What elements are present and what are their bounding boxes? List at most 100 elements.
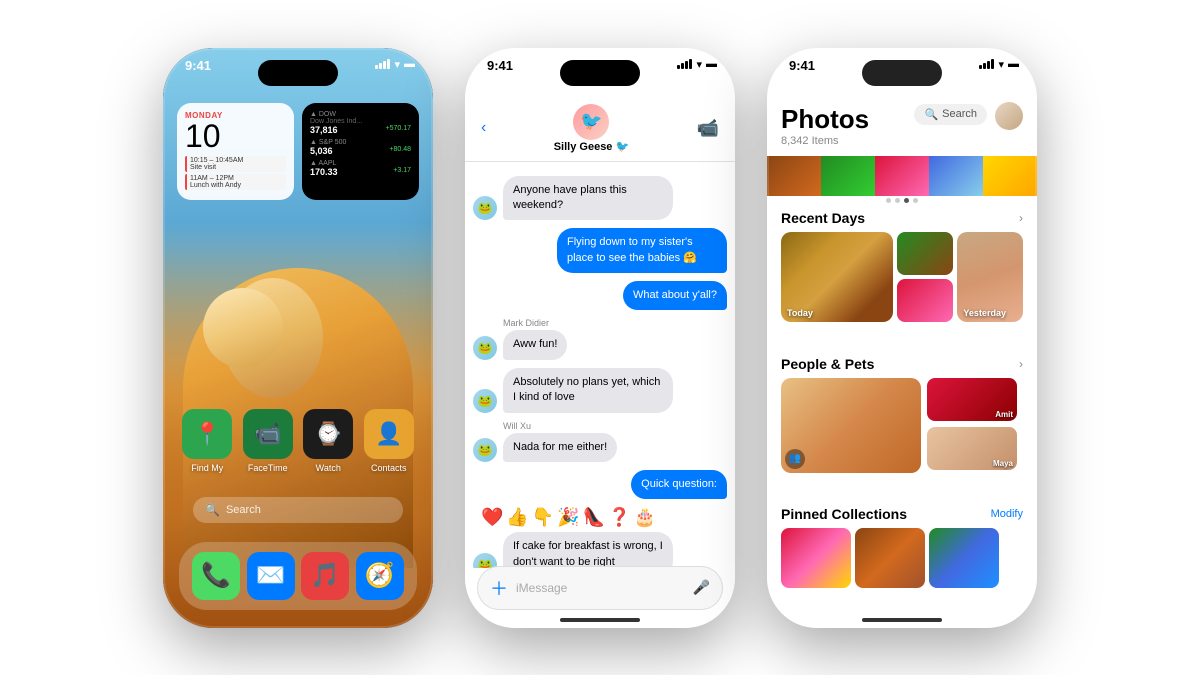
message-3: What about y'all? — [473, 281, 727, 310]
messages-header: ‹ 🐦 Silly Geese 🐦 📹 — [465, 96, 735, 162]
message-bubble-8: If cake for breakfast is wrong, I don't … — [503, 532, 673, 567]
today-photo[interactable]: Today — [781, 232, 893, 322]
messages-body: 🐸 Anyone have plans this weekend? Flying… — [465, 168, 735, 568]
status-icons-3: ▾ ▬ — [979, 58, 1019, 71]
recent-days-chevron[interactable]: › — [1019, 211, 1023, 225]
sender-avatar-1: 🐸 — [473, 196, 497, 220]
emoji-picker[interactable]: ❤️👍👇🎉👠❓🎂 — [481, 507, 719, 528]
stocks-widget[interactable]: ▲ DOW Dow Jones Ind... 37,816 +570.17 ▲ … — [302, 103, 419, 200]
message-bubble-5: Absolutely no plans yet, which I kind of… — [503, 368, 673, 413]
strip-photo-1 — [767, 156, 821, 196]
app-icon-contacts[interactable]: 👤 Contacts — [364, 409, 414, 473]
calendar-day-number: 10 — [185, 120, 286, 152]
sender-avatar-2: 🐸 — [473, 336, 497, 360]
search-icon: 🔍 — [205, 503, 220, 517]
person-amit-label: Amit — [995, 410, 1013, 419]
app-icon-watch[interactable]: ⌚ Watch — [303, 409, 353, 473]
video-call-button[interactable]: 📹 — [697, 118, 719, 139]
stock-row-aapl: ▲ AAPL 170.33 +3.17 — [310, 160, 411, 177]
pinned-title: Pinned Collections — [781, 506, 991, 522]
message-bubble-1: Anyone have plans this weekend? — [503, 176, 673, 221]
dot-3 — [904, 198, 909, 203]
message-bubble-6: Nada for me either! — [503, 433, 617, 462]
add-attachment-button[interactable]: ＋ — [490, 575, 508, 601]
dock-mail[interactable]: ✉️ — [247, 552, 295, 600]
calendar-events: 10:15 – 10:45AM Site visit 11AM – 12PM L… — [185, 156, 286, 190]
dot-1 — [886, 198, 891, 203]
today-side-photo-2[interactable] — [897, 279, 953, 322]
status-icons-2: ▾ ▬ — [677, 58, 717, 71]
sender-name-will: Will Xu — [503, 421, 727, 431]
dock-safari[interactable]: 🧭 — [356, 552, 404, 600]
recent-days-title: Recent Days — [781, 210, 865, 226]
dock-phone[interactable]: 📞 — [192, 552, 240, 600]
pinned-header: Pinned Collections Modify — [767, 506, 1037, 528]
microphone-button[interactable]: 🎤 — [693, 579, 710, 596]
yesterday-photo[interactable]: Yesterday — [957, 232, 1023, 322]
message-8: 🐸 If cake for breakfast is wrong, I don'… — [473, 532, 727, 567]
person-amit[interactable]: Amit — [927, 378, 1017, 421]
back-button[interactable]: ‹ — [481, 119, 486, 137]
battery-icon-2: ▬ — [706, 58, 717, 70]
sender-avatar-4: 🐸 — [473, 438, 497, 462]
search-label: Search — [226, 504, 261, 516]
photos-strip — [767, 156, 1037, 196]
photos-item-count: 8,342 Items — [781, 135, 1023, 147]
people-pets-grid: 👥 Amit Maya — [767, 378, 1037, 473]
stock-row-sp500: ▲ S&P 500 5,036 +80.48 — [310, 139, 411, 156]
dock-music[interactable]: 🎵 — [301, 552, 349, 600]
message-input[interactable]: iMessage — [516, 581, 685, 595]
photos-search-button[interactable]: 🔍 Search — [914, 104, 987, 125]
wifi-icon-3: ▾ — [998, 58, 1004, 71]
app-icon-facetime[interactable]: 📹 FaceTime — [243, 409, 293, 473]
dot-2 — [895, 198, 900, 203]
recent-days-section: Recent Days › Today Yesterday — [767, 210, 1037, 322]
pinned-item-2[interactable] — [855, 528, 925, 588]
pinned-collections-section: Pinned Collections Modify — [767, 506, 1037, 588]
people-main-photo[interactable]: 👥 — [781, 378, 921, 473]
pinned-item-3[interactable] — [929, 528, 999, 588]
today-side-photos — [897, 232, 953, 322]
signal-icon — [375, 59, 390, 69]
person-maya[interactable]: Maya — [927, 427, 1017, 470]
contact-name: Silly Geese 🐦 — [554, 140, 629, 153]
people-pets-section: People & Pets › 👥 Amit Maya — [767, 356, 1037, 473]
message-6: 🐸 Nada for me either! — [473, 433, 727, 462]
message-input-bar[interactable]: ＋ iMessage 🎤 — [477, 566, 723, 610]
user-avatar[interactable] — [995, 102, 1023, 130]
message-bubble-7: Quick question: — [631, 470, 727, 499]
photos-title: Photos — [781, 104, 1023, 135]
search-bar[interactable]: 🔍 Search — [193, 497, 403, 523]
people-pets-chevron[interactable]: › — [1019, 357, 1023, 371]
home-indicator-2 — [560, 618, 640, 622]
pinned-grid — [767, 528, 1037, 588]
search-icon-3: 🔍 — [924, 108, 938, 121]
dynamic-island-3 — [862, 60, 942, 86]
dynamic-island-2 — [560, 60, 640, 86]
status-time-3: 9:41 — [789, 58, 815, 73]
app-icon-findmy[interactable]: 📍 Find My — [182, 409, 232, 473]
group-icon: 👥 — [785, 449, 805, 469]
message-2: Flying down to my sister's place to see … — [473, 228, 727, 273]
pinned-item-1[interactable] — [781, 528, 851, 588]
pinned-modify-button[interactable]: Modify — [991, 508, 1023, 520]
calendar-widget[interactable]: MONDAY 10 10:15 – 10:45AM Site visit 11A… — [177, 103, 294, 200]
message-bubble-2: Flying down to my sister's place to see … — [557, 228, 727, 273]
stock-row-dow: ▲ DOW Dow Jones Ind... 37,816 +570.17 — [310, 111, 411, 135]
phone-photos: 9:41 ▾ ▬ Photos 8,342 Items 🔍 Search — [767, 48, 1037, 628]
message-bubble-3: What about y'all? — [623, 281, 727, 310]
page-dots — [886, 198, 918, 203]
today-side-photo-1[interactable] — [897, 232, 953, 275]
sender-avatar-3: 🐸 — [473, 389, 497, 413]
person-maya-label: Maya — [993, 459, 1013, 468]
dock: 📞 ✉️ 🎵 🧭 — [179, 542, 417, 610]
message-5: 🐸 Absolutely no plans yet, which I kind … — [473, 368, 727, 413]
sender-name-mark: Mark Didier — [503, 318, 727, 328]
battery-icon: ▬ — [404, 58, 415, 70]
message-bubble-4: Aww fun! — [503, 330, 567, 359]
phone-home-screen: 9:41 ▾ ▬ MONDAY 10 10:15 – 10:45AM Site … — [163, 48, 433, 628]
people-pets-title: People & Pets — [781, 356, 874, 372]
cal-event-1: 10:15 – 10:45AM Site visit — [185, 156, 286, 172]
strip-photo-2 — [821, 156, 875, 196]
widgets-area: MONDAY 10 10:15 – 10:45AM Site visit 11A… — [177, 103, 419, 200]
